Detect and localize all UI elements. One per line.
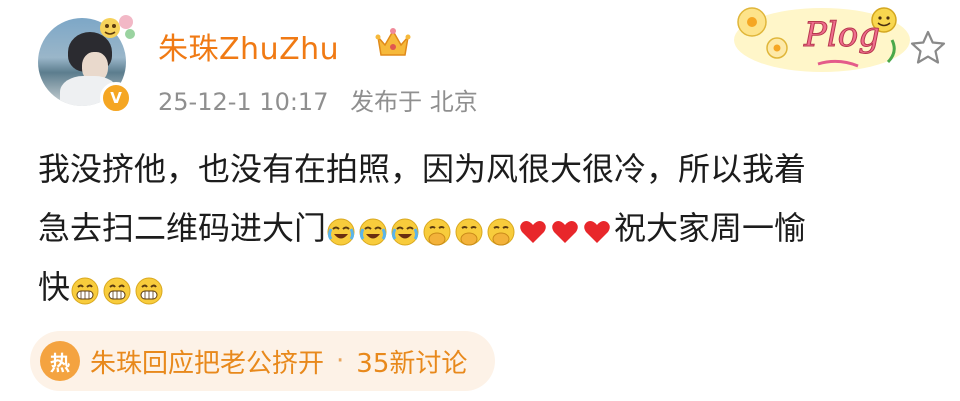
username[interactable]: 朱珠ZhuZhu xyxy=(158,24,339,68)
heart-emoji xyxy=(584,220,610,243)
post-line-3: 快 xyxy=(38,258,918,317)
topic-discussion-count: 35新讨论 xyxy=(356,348,468,379)
hand-cover-mouth-emoji xyxy=(455,218,483,245)
avatar-decoration-icon xyxy=(100,15,135,39)
emoji-row-2 xyxy=(70,260,166,319)
post-location: 发布于 北京 xyxy=(350,88,478,116)
avatar[interactable]: V xyxy=(38,15,135,114)
grin-emoji xyxy=(135,277,163,304)
heart-emoji xyxy=(552,220,578,243)
post-text: 我没挤他，也没有在拍照，因为风很大很冷，所以我着 急去扫二维码进大门 祝大家周一… xyxy=(38,140,918,317)
verified-badge-icon: V xyxy=(100,82,132,114)
grin-emoji xyxy=(103,277,131,304)
post-line-2-text-a: 急去扫二维码进大门 xyxy=(38,209,327,247)
laugh-cry-emoji xyxy=(327,218,355,245)
grin-emoji xyxy=(71,277,99,304)
hot-topic-icon: 热 xyxy=(40,341,80,381)
topic-separator: · xyxy=(336,346,345,376)
star-icon[interactable] xyxy=(908,28,948,68)
post-meta: 25-12-1 10:17 发布于 北京 xyxy=(158,82,492,117)
hand-cover-mouth-emoji xyxy=(487,218,515,245)
crown-icon[interactable] xyxy=(374,25,412,59)
post-time: 25-12-1 10:17 xyxy=(158,88,329,116)
hand-cover-mouth-emoji xyxy=(423,218,451,245)
plog-sticker-icon: Plog xyxy=(734,7,910,72)
heart-emoji xyxy=(520,220,546,243)
post-line-2: 急去扫二维码进大门 祝大家周一愉 xyxy=(38,199,918,258)
post-line-3-text: 快 xyxy=(38,268,71,306)
hot-topic-chip[interactable]: 热 朱珠回应把老公挤开 · 35新讨论 xyxy=(30,331,496,391)
post-line-1: 我没挤他，也没有在拍照，因为风很大很冷，所以我着 xyxy=(38,150,807,188)
plog-sticker: Plog xyxy=(722,0,912,80)
emoji-row-1 xyxy=(326,201,614,260)
post-line-2-text-b: 祝大家周一愉 xyxy=(614,209,807,247)
laugh-cry-emoji xyxy=(391,218,419,245)
topic-title: 朱珠回应把老公挤开 xyxy=(90,348,325,379)
laugh-cry-emoji xyxy=(359,218,387,245)
plog-text: Plog xyxy=(803,15,880,55)
